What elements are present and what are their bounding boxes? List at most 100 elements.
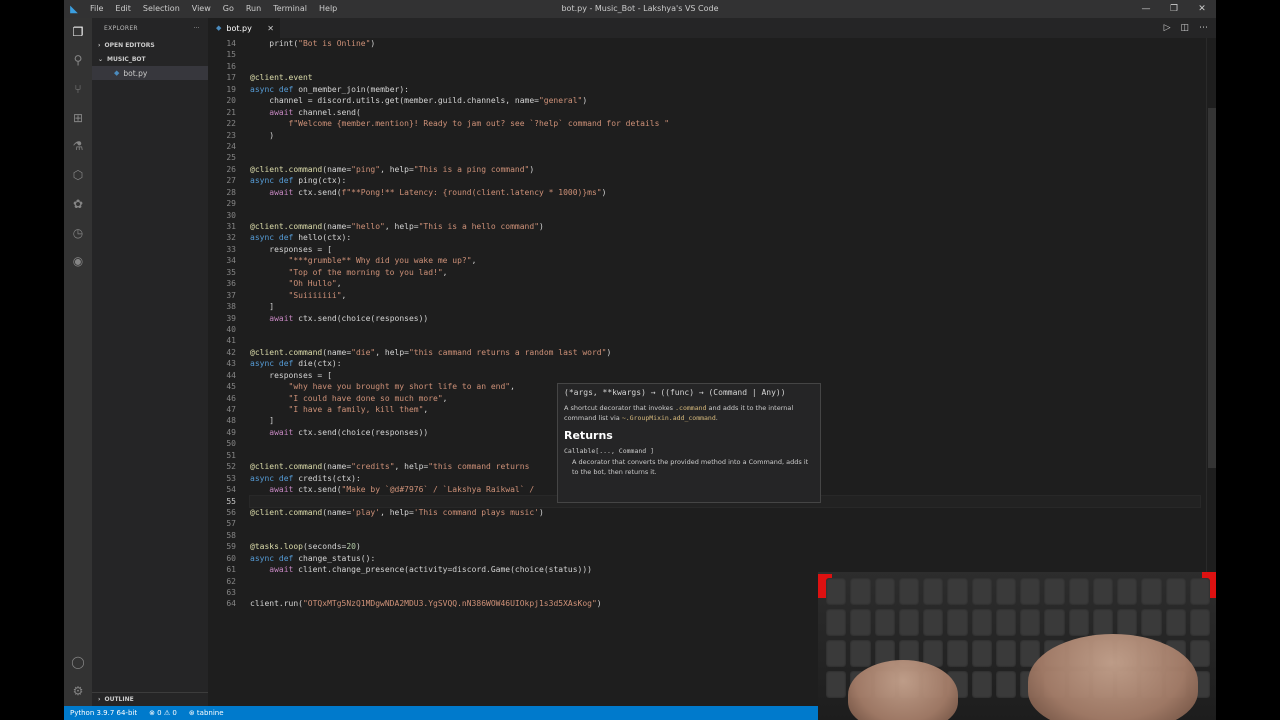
code-line[interactable]: ]: [250, 301, 1200, 312]
open-editors-section[interactable]: › OPEN EDITORS: [92, 38, 208, 52]
code-line[interactable]: [250, 49, 1200, 60]
spotify-icon[interactable]: ◉: [70, 253, 86, 269]
keyboard-key: [898, 578, 919, 605]
code-line[interactable]: "Suiiiiiii",: [250, 290, 1200, 301]
line-number: 48: [226, 416, 236, 426]
menu-edit[interactable]: Edit: [109, 0, 137, 18]
keyboard-key: [1044, 609, 1065, 636]
code-line[interactable]: responses = [: [250, 370, 1200, 381]
code-line[interactable]: [250, 530, 1200, 541]
python-interpreter[interactable]: Python 3.9.7 64-bit: [64, 709, 143, 717]
line-number: 37: [226, 290, 236, 300]
maximize-button[interactable]: ❐: [1160, 0, 1188, 18]
code-line[interactable]: "Oh Hullo",: [250, 278, 1200, 289]
editor-actions: ▷ ◫ ⋯: [1164, 18, 1208, 38]
code-line[interactable]: async def die(ctx):: [250, 358, 1200, 369]
code-line[interactable]: [250, 324, 1200, 335]
code-line[interactable]: async def on_member_join(member):: [250, 84, 1200, 95]
code-line[interactable]: @client.command(name="die", help="this c…: [250, 347, 1200, 358]
menu-terminal[interactable]: Terminal: [267, 0, 313, 18]
activity-bar: ❐ ⚲ ⑂ ⊞ ⚗ ⬡ ✿ ◷ ◉ ◯ ⚙: [64, 18, 92, 706]
problems-count[interactable]: ⊗ 0 ⚠ 0: [143, 709, 183, 717]
scrollbar-thumb[interactable]: [1208, 108, 1216, 468]
keyboard-key: [850, 609, 871, 636]
code-line[interactable]: @client.command(name="hello", help="This…: [250, 221, 1200, 232]
menu-run[interactable]: Run: [240, 0, 267, 18]
split-editor-icon[interactable]: ◫: [1180, 23, 1189, 33]
code-line[interactable]: @client.command(name="ping", help="This …: [250, 164, 1200, 175]
minimize-button[interactable]: —: [1132, 0, 1160, 18]
line-number: 54: [226, 485, 236, 495]
code-line[interactable]: [250, 335, 1200, 346]
settings-icon[interactable]: ⚙: [70, 683, 86, 699]
code-line[interactable]: print("Bot is Online"): [250, 38, 1200, 49]
code-line[interactable]: [250, 518, 1200, 529]
files-icon[interactable]: ❐: [70, 24, 86, 40]
code-line[interactable]: channel = discord.utils.get(member.guild…: [250, 95, 1200, 106]
keyboard-key: [923, 609, 944, 636]
code-line[interactable]: @client.event: [250, 72, 1200, 83]
line-number: 44: [226, 370, 236, 380]
code-lines[interactable]: print("Bot is Online") @client.event asyn…: [249, 38, 1201, 621]
webcam-overlay-keyboard: [818, 572, 1216, 720]
file-item-bot-py[interactable]: ◆ bot.py: [92, 66, 208, 80]
keyboard-key: [1020, 578, 1041, 605]
hover-return-description: A decorator that converts the provided m…: [572, 458, 809, 476]
source-control-icon[interactable]: ⑂: [70, 81, 86, 97]
line-number: 31: [226, 222, 236, 231]
timeline-icon[interactable]: ◷: [70, 225, 86, 241]
keyboard-key: [1068, 578, 1089, 605]
run-icon[interactable]: ▷: [1164, 23, 1171, 33]
code-line[interactable]: async def ping(ctx):: [250, 175, 1200, 186]
menu-go[interactable]: Go: [217, 0, 240, 18]
vscode-logo-icon: ◣: [70, 3, 78, 15]
tabnine-status[interactable]: ⊛ tabnine: [183, 709, 230, 717]
close-tab-icon[interactable]: ✕: [267, 24, 274, 33]
line-number: 36: [226, 279, 236, 289]
search-icon[interactable]: ⚲: [70, 52, 86, 68]
code-line[interactable]: [250, 152, 1200, 163]
keyboard-key: [1044, 578, 1065, 605]
tab-bot-py[interactable]: ◆ bot.py ✕: [208, 18, 280, 38]
testing-icon[interactable]: ⚗: [70, 138, 86, 154]
more-actions-icon[interactable]: ···: [193, 25, 200, 32]
outline-section[interactable]: › OUTLINE: [92, 692, 208, 706]
remote-icon[interactable]: ⬡: [70, 167, 86, 183]
code-line[interactable]: responses = [: [250, 244, 1200, 255]
extensions-icon[interactable]: ⊞: [70, 110, 86, 126]
code-line[interactable]: "Top of the morning to you lad!",: [250, 267, 1200, 278]
line-number: 50: [226, 439, 236, 449]
docker-icon[interactable]: ✿: [70, 196, 86, 212]
close-button[interactable]: ✕: [1188, 0, 1216, 18]
keyboard-key: [874, 609, 895, 636]
menu-help[interactable]: Help: [313, 0, 343, 18]
code-line[interactable]: await channel.send(: [250, 107, 1200, 118]
keyboard-key: [826, 640, 847, 667]
code-line[interactable]: [250, 210, 1200, 221]
line-number: 35: [226, 267, 236, 277]
menu-view[interactable]: View: [186, 0, 217, 18]
code-line[interactable]: "***grumble** Why did you wake me up?",: [250, 255, 1200, 266]
account-icon[interactable]: ◯: [70, 654, 86, 670]
code-line[interactable]: await ctx.send(choice(responses)): [250, 313, 1200, 324]
music-bot-folder[interactable]: ⌄ MUSIC_BOT: [92, 52, 208, 66]
menu-file[interactable]: File: [84, 0, 109, 18]
code-line[interactable]: ): [250, 130, 1200, 141]
open-editors-label: OPEN EDITORS: [104, 41, 155, 49]
code-line[interactable]: @tasks.loop(seconds=20): [250, 541, 1200, 552]
keyboard-key: [1117, 578, 1138, 605]
code-line[interactable]: async def change_status():: [250, 553, 1200, 564]
line-number: 63: [226, 588, 236, 597]
keyboard-key: [971, 671, 992, 698]
code-line[interactable]: @client.command(name='play', help='This …: [250, 507, 1200, 518]
keyboard-key: [995, 609, 1016, 636]
menu-selection[interactable]: Selection: [137, 0, 186, 18]
code-line[interactable]: async def hello(ctx):: [250, 232, 1200, 243]
code-line[interactable]: [250, 198, 1200, 209]
code-line[interactable]: f"Welcome {member.mention}! Ready to jam…: [250, 118, 1200, 129]
code-line[interactable]: [250, 61, 1200, 72]
menu-bar: File Edit Selection View Go Run Terminal Help: [84, 0, 343, 18]
code-line[interactable]: await ctx.send(f"**Pong!** Latency: {rou…: [250, 187, 1200, 198]
code-line[interactable]: [250, 141, 1200, 152]
more-actions-icon[interactable]: ⋯: [1199, 23, 1208, 33]
